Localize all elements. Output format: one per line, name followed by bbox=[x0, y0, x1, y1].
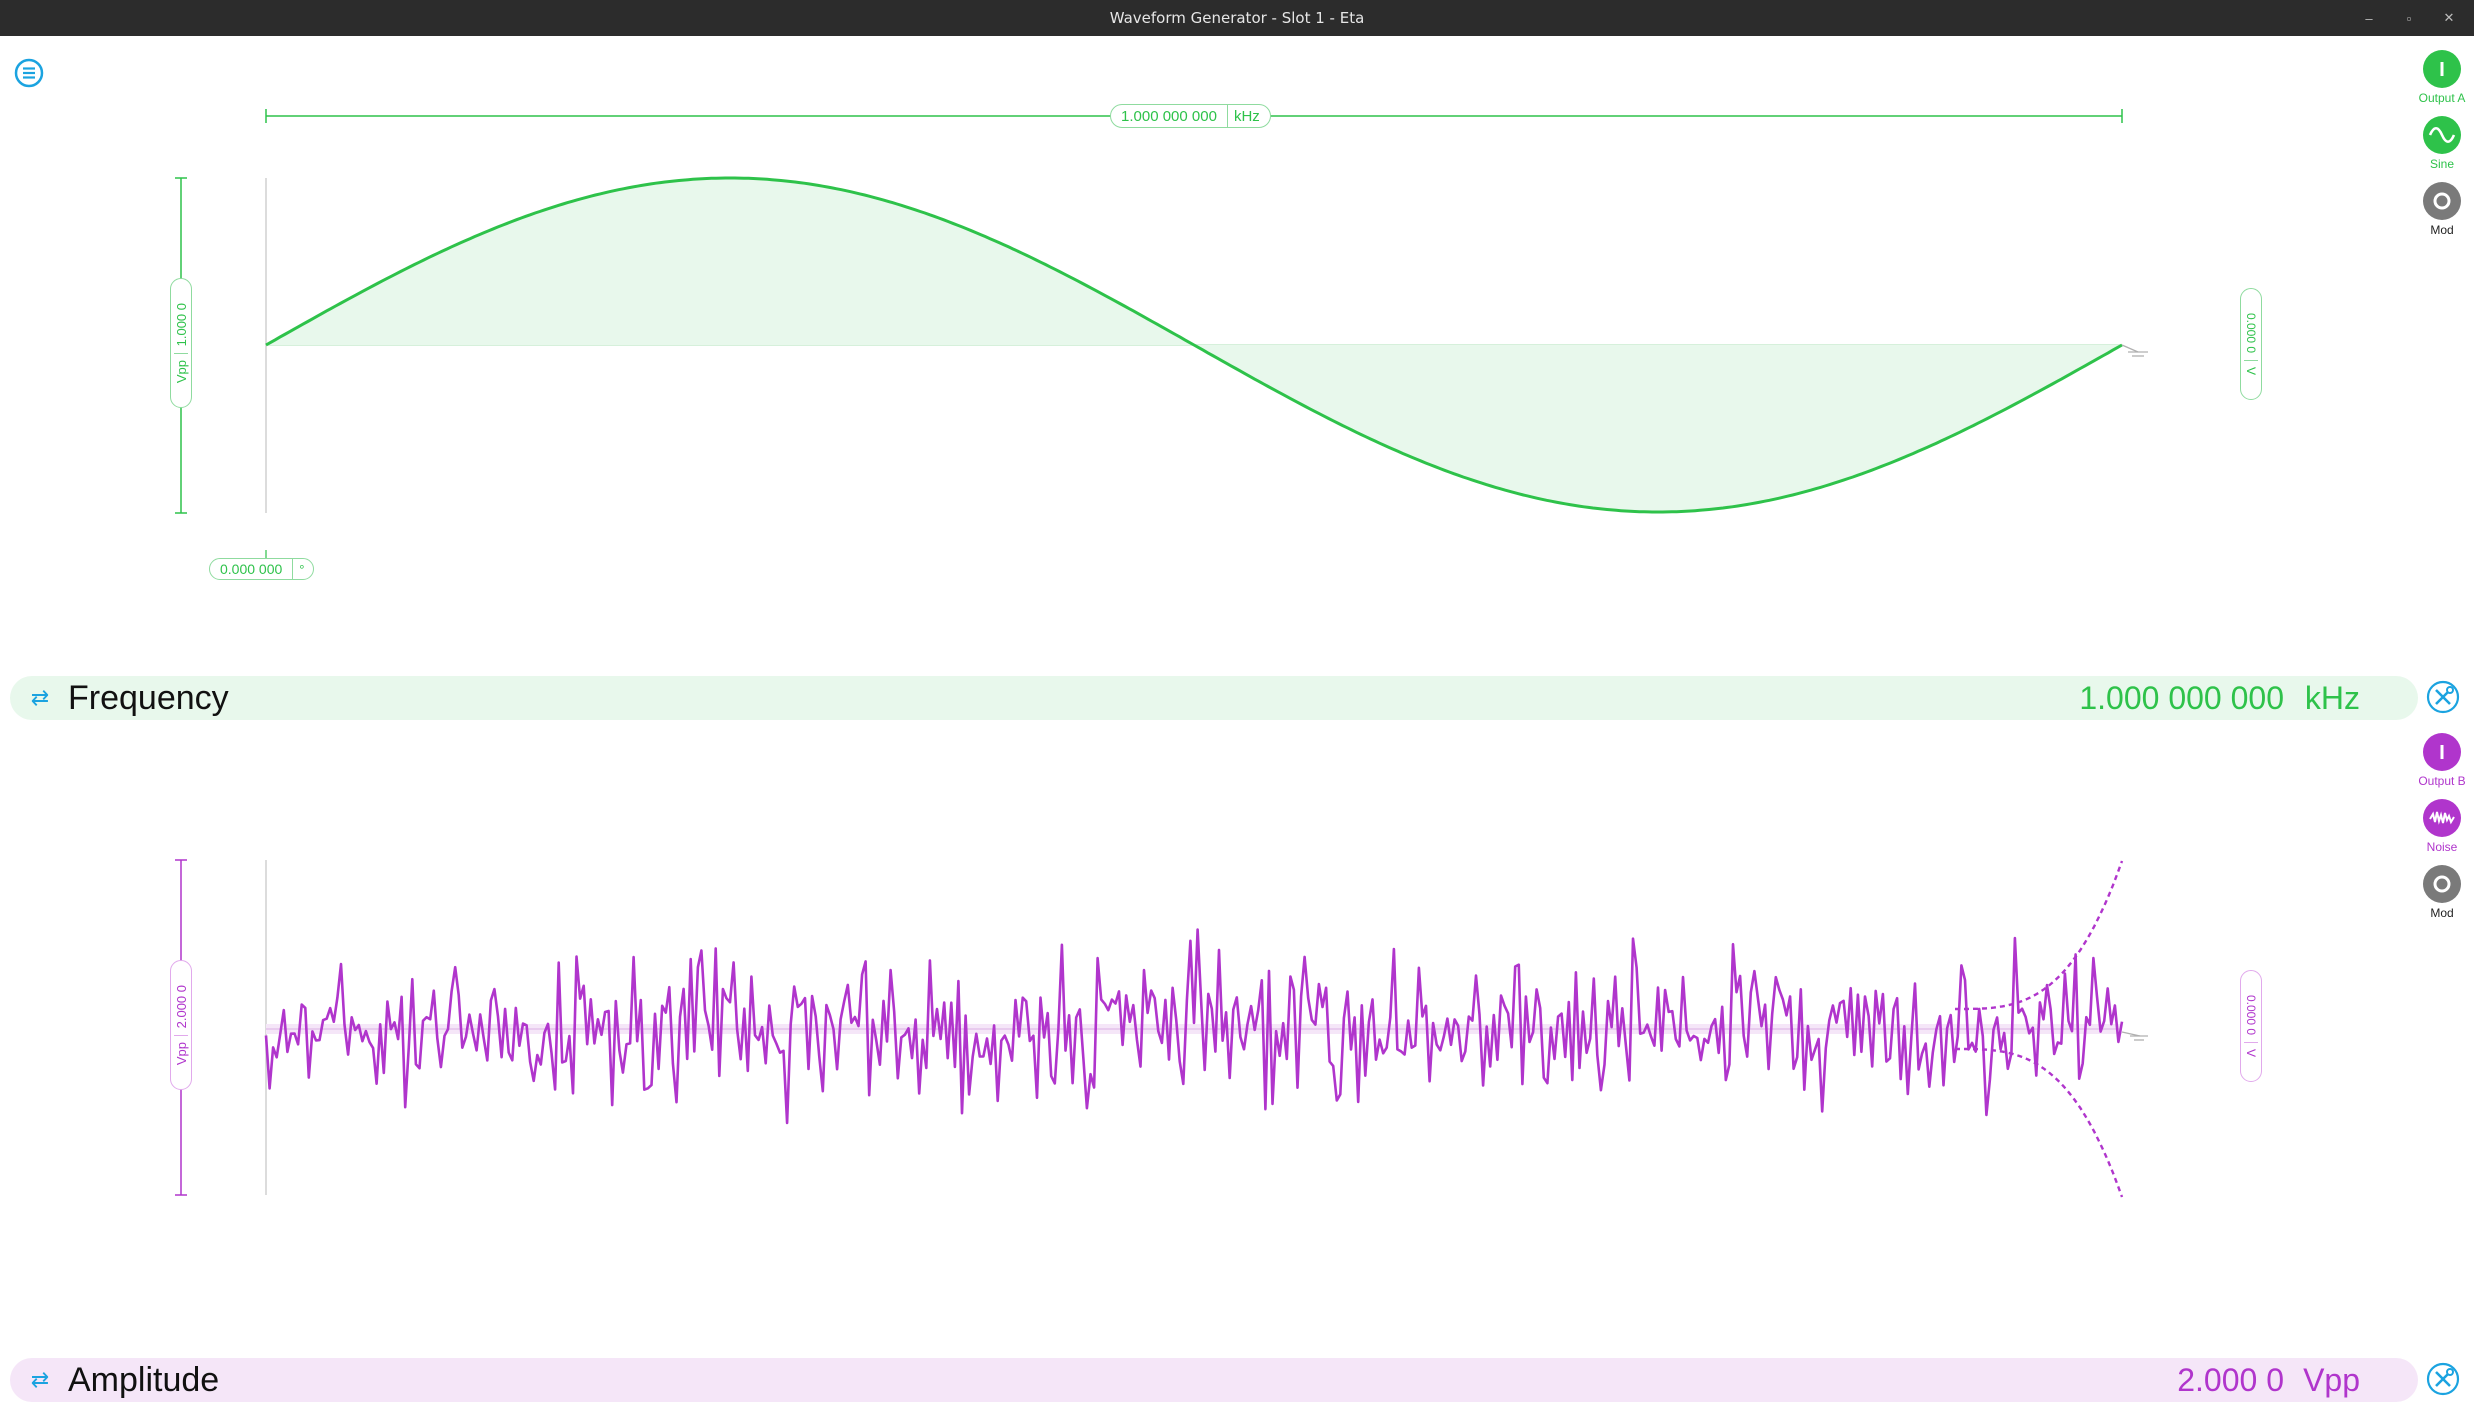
channel-a-plot: 1.000 000 000 kHz 1.000 0 Vpp 0.000 0 V … bbox=[0, 90, 2474, 610]
channel-b-plot: 2.000 0 Vpp 0.000 0 V bbox=[0, 840, 2474, 1220]
output-b-button[interactable]: Output B bbox=[2402, 733, 2474, 788]
offset-unit: V bbox=[2244, 1048, 2258, 1057]
amplitude-pill[interactable]: 1.000 0 Vpp bbox=[170, 278, 192, 408]
channel-b-waveform-svg[interactable] bbox=[0, 840, 2474, 1220]
title-bar: Waveform Generator - Slot 1 - Eta – ▫ ✕ bbox=[0, 0, 2474, 36]
channel-a-waveform-svg[interactable] bbox=[0, 90, 2474, 610]
offset-readout: 0.000 0 bbox=[2244, 995, 2258, 1036]
parameter-unit: kHz bbox=[2304, 679, 2360, 716]
phase-unit: ° bbox=[299, 561, 305, 577]
swap-arrows-icon[interactable]: ⇄ bbox=[24, 685, 56, 711]
mod-b-button[interactable]: Mod bbox=[2402, 865, 2474, 920]
frequency-readout: 1.000 000 000 bbox=[1121, 107, 1217, 125]
waveform-sine-button[interactable]: Sine bbox=[2402, 116, 2474, 171]
sine-wave-icon bbox=[2423, 116, 2461, 154]
amplitude-readout: 2.000 0 bbox=[173, 985, 189, 1029]
window-title: Waveform Generator - Slot 1 - Eta bbox=[1109, 9, 1365, 27]
mod-ring-icon bbox=[2423, 865, 2461, 903]
output-a-label: Output A bbox=[2418, 91, 2466, 105]
frequency-parameter-bar[interactable]: ⇄ Frequency 1.000 000 000 kHz bbox=[10, 676, 2418, 720]
parameter-value[interactable]: 1.000 000 000 bbox=[2079, 680, 2284, 717]
mod-label: Mod bbox=[2430, 906, 2454, 920]
menu-icon[interactable] bbox=[14, 58, 44, 88]
frequency-pill[interactable]: 1.000 000 000 kHz bbox=[1110, 104, 1271, 128]
wave-label: Noise bbox=[2426, 840, 2458, 854]
mod-a-button[interactable]: Mod bbox=[2402, 182, 2474, 237]
tools-icon[interactable] bbox=[2426, 680, 2460, 714]
mod-ring-icon bbox=[2423, 182, 2461, 220]
power-icon bbox=[2423, 733, 2461, 771]
offset-pill[interactable]: 0.000 0 V bbox=[2240, 288, 2262, 400]
power-icon bbox=[2423, 50, 2461, 88]
swap-arrows-icon[interactable]: ⇄ bbox=[24, 1367, 56, 1393]
output-b-label: Output B bbox=[2418, 774, 2466, 788]
offset-pill[interactable]: 0.000 0 V bbox=[2240, 970, 2262, 1082]
amplitude-unit: Vpp bbox=[173, 1041, 189, 1065]
ground-icon bbox=[2121, 344, 2148, 357]
noise-envelope-lower bbox=[1955, 1047, 2124, 1198]
wave-label: Sine bbox=[2429, 157, 2455, 171]
output-a-button[interactable]: Output A bbox=[2402, 50, 2474, 105]
phase-readout: 0.000 000 bbox=[220, 561, 283, 577]
amplitude-unit: Vpp bbox=[173, 359, 189, 383]
amplitude-pill[interactable]: 2.000 0 Vpp bbox=[170, 960, 192, 1090]
offset-readout: 0.000 0 bbox=[2244, 313, 2258, 354]
parameter-name: Frequency bbox=[68, 678, 229, 717]
ground-icon bbox=[2121, 1031, 2148, 1041]
amplitude-readout: 1.000 0 bbox=[173, 303, 189, 347]
frequency-unit: kHz bbox=[1233, 107, 1260, 125]
parameter-name: Amplitude bbox=[68, 1360, 220, 1399]
amplitude-parameter-bar[interactable]: ⇄ Amplitude 2.000 0 Vpp bbox=[10, 1358, 2418, 1402]
close-icon[interactable]: ✕ bbox=[2442, 10, 2456, 26]
minimize-icon[interactable]: – bbox=[2362, 11, 2376, 26]
noise-wave-icon bbox=[2423, 799, 2461, 837]
maximize-icon[interactable]: ▫ bbox=[2402, 11, 2416, 26]
parameter-value[interactable]: 2.000 0 bbox=[2177, 1362, 2284, 1399]
parameter-unit: Vpp bbox=[2303, 1361, 2360, 1398]
phase-pill[interactable]: 0.000 000 ° bbox=[209, 558, 314, 580]
mod-label: Mod bbox=[2430, 223, 2454, 237]
window-controls: – ▫ ✕ bbox=[2362, 0, 2456, 36]
waveform-noise-button[interactable]: Noise bbox=[2402, 799, 2474, 854]
tools-icon[interactable] bbox=[2426, 1362, 2460, 1396]
offset-unit: V bbox=[2244, 366, 2258, 375]
